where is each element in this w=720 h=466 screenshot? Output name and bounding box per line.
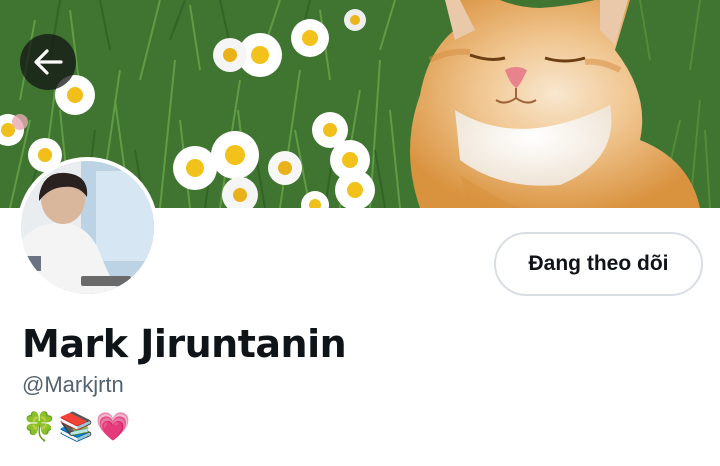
back-button[interactable]	[20, 34, 76, 90]
avatar-image	[21, 161, 154, 294]
bio-emojis: 🍀📚💗	[22, 410, 133, 443]
following-button[interactable]: Đang theo dõi	[494, 232, 703, 296]
avatar[interactable]	[17, 157, 158, 298]
display-name: Mark Jiruntanin	[22, 322, 347, 366]
user-handle: @Markjrtn	[22, 372, 124, 397]
arrow-left-icon	[34, 49, 63, 75]
